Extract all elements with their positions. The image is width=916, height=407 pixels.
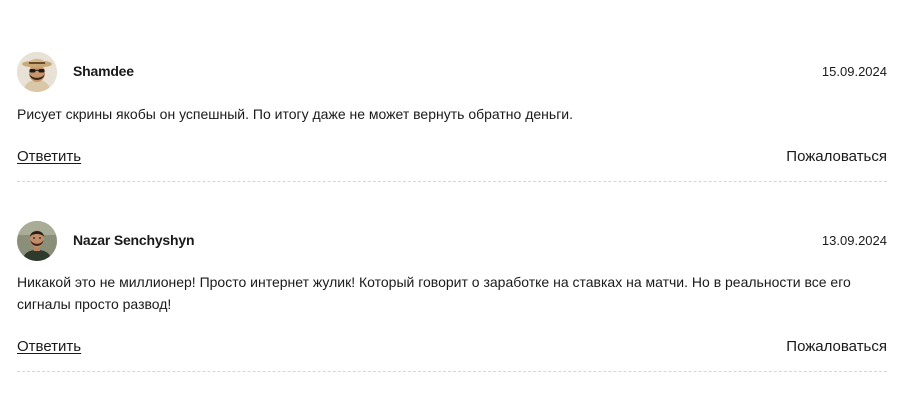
comment-actions: Ответить Пожаловаться bbox=[17, 338, 887, 360]
comment-text: Никакой это не миллионер! Просто интерне… bbox=[17, 274, 851, 312]
comments-list: Shamdee 15.09.2024 Рисует скрины якобы о… bbox=[0, 0, 916, 407]
comment-header: Nazar Senchyshyn 13.09.2024 bbox=[17, 220, 887, 262]
avatar bbox=[17, 221, 57, 261]
reply-button[interactable]: Ответить bbox=[17, 148, 81, 165]
comment-author: Nazar Senchyshyn bbox=[73, 232, 195, 248]
report-button[interactable]: Пожаловаться bbox=[786, 148, 887, 165]
comment-header: Shamdee 15.09.2024 bbox=[17, 51, 887, 93]
reply-button[interactable]: Ответить bbox=[17, 338, 81, 355]
avatar bbox=[17, 52, 57, 92]
comment-date: 15.09.2024 bbox=[821, 64, 887, 79]
comment-divider bbox=[17, 181, 887, 182]
report-button[interactable]: Пожаловаться bbox=[786, 338, 887, 355]
comment-item: Nazar Senchyshyn 13.09.2024 Никакой это … bbox=[17, 220, 887, 372]
user-photo-hat-sunglasses-icon bbox=[17, 52, 57, 92]
comment-item: Shamdee 15.09.2024 Рисует скрины якобы о… bbox=[17, 51, 887, 182]
user-photo-icon bbox=[17, 221, 57, 261]
comment-date: 13.09.2024 bbox=[821, 233, 887, 248]
comment-actions: Ответить Пожаловаться bbox=[17, 148, 887, 170]
comment-divider bbox=[17, 371, 887, 372]
comment-text: Рисует скрины якобы он успешный. По итог… bbox=[17, 106, 574, 122]
comment-author: Shamdee bbox=[73, 63, 134, 79]
